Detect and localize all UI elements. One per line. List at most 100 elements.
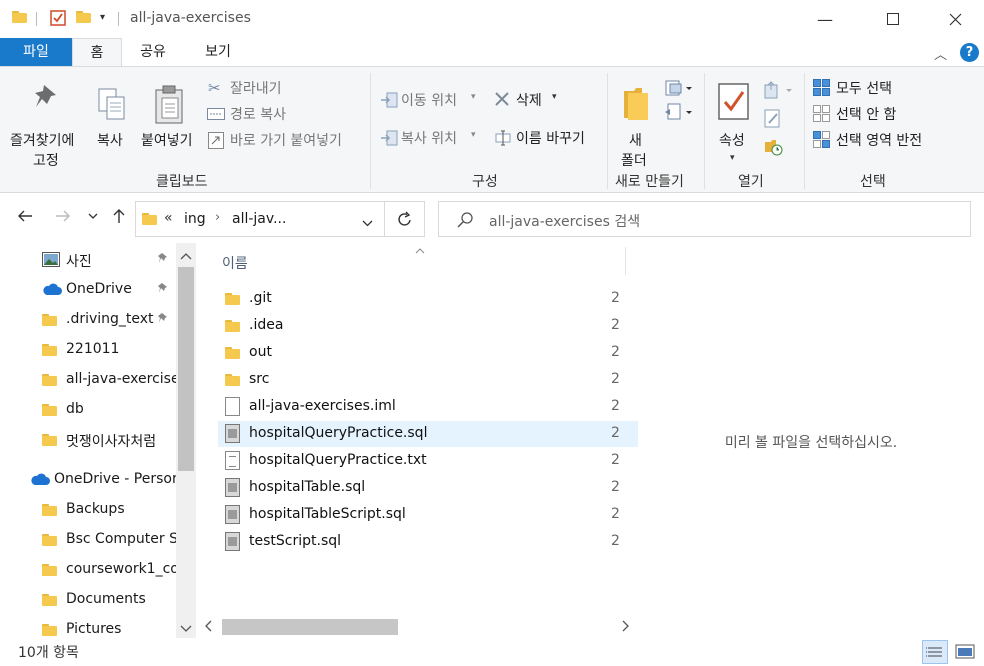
date-modified-fragment: 2 (611, 344, 620, 360)
nav-item[interactable]: Backups (0, 495, 176, 525)
edit-button[interactable] (764, 109, 784, 131)
nav-item[interactable]: coursework1_co (0, 555, 176, 585)
nav-scroll-thumb[interactable] (178, 267, 194, 471)
refresh-button[interactable] (385, 201, 425, 237)
select-all-icon (813, 79, 831, 101)
file-row[interactable]: out 2 (218, 340, 638, 366)
back-button[interactable] (12, 203, 38, 229)
nav-item[interactable]: all-java-exercise (0, 365, 176, 395)
search-input[interactable]: all-java-exercises 검색 (438, 201, 971, 237)
new-folder-quick-icon[interactable] (76, 11, 91, 23)
nav-item[interactable]: 221011 (0, 335, 176, 365)
open-icon (764, 81, 794, 103)
close-button[interactable] (932, 0, 978, 38)
new-folder-button[interactable]: 새 폴더 (614, 75, 658, 169)
folder-icon (42, 374, 57, 386)
address-bar[interactable]: « ing › all-jav... (135, 201, 385, 237)
nav-item[interactable]: OneDrive (0, 275, 176, 305)
customize-quick-access-icon[interactable]: ▾ (100, 12, 105, 23)
folder-icon (42, 434, 57, 446)
nav-item-label: 멋쟁이사자처럼 (66, 434, 157, 450)
easy-access-button[interactable] (664, 103, 698, 125)
maximize-button[interactable] (870, 0, 916, 38)
file-row[interactable]: hospitalQueryPractice.txt 2 (218, 448, 638, 474)
nav-item[interactable]: OneDrive - Persor (0, 465, 176, 495)
nav-item-label: coursework1_co (66, 561, 176, 577)
folder-icon (142, 213, 157, 225)
nav-item[interactable]: Pictures (0, 615, 176, 638)
folder-icon (225, 320, 240, 332)
nav-item[interactable]: db (0, 395, 176, 425)
nav-item[interactable]: 멋쟁이사자처럼 (0, 425, 176, 455)
preview-pane: 미리 볼 파일을 선택하십시오. (638, 243, 984, 638)
file-row[interactable]: testScript.sql 2 (218, 529, 638, 555)
forward-button[interactable] (50, 203, 76, 229)
copy-button[interactable]: 복사 (92, 75, 132, 167)
ribbon: 즐겨찾기에 고정 복사 붙여넣기 ✂ 잘라내기 경로 복사 바로 가기 붙여넣기… (0, 66, 984, 193)
scroll-right-icon[interactable] (622, 620, 630, 636)
paste-shortcut-icon (208, 132, 224, 153)
breadcrumb-overflow[interactable]: « (164, 210, 173, 226)
nav-item[interactable]: 사진 (0, 245, 176, 275)
tab-share[interactable]: 공유 (128, 38, 178, 67)
cut-button[interactable]: ✂ 잘라내기 (206, 77, 356, 99)
horizontal-scrollbar[interactable] (200, 614, 638, 638)
select-all-button[interactable]: 모두 선택 (812, 77, 932, 99)
folder-icon (42, 504, 57, 516)
sql-file-icon (225, 505, 240, 524)
minimize-button[interactable]: — (802, 0, 848, 38)
select-none-button[interactable]: 선택 안 함 (812, 103, 932, 125)
horizontal-scroll-thumb[interactable] (222, 619, 398, 635)
file-row[interactable]: hospitalTable.sql 2 (218, 475, 638, 501)
breadcrumb-item[interactable]: ing (184, 211, 206, 227)
collapse-ribbon-icon[interactable]: ︿ (934, 44, 947, 63)
new-item-button[interactable] (664, 79, 698, 101)
file-row[interactable]: all-java-exercises.iml 2 (218, 394, 638, 420)
copy-path-button[interactable]: 경로 복사 (206, 103, 356, 125)
scroll-left-icon[interactable] (204, 620, 212, 636)
rename-button[interactable]: 이름 바꾸기 (494, 127, 604, 149)
select-none-icon (813, 105, 831, 127)
column-header-name[interactable]: 이름 (222, 253, 248, 273)
pin-to-quick-access-button[interactable]: 즐겨찾기에 고정 (6, 75, 90, 169)
invert-selection-button[interactable]: 선택 영역 반전 (812, 129, 942, 151)
move-to-button[interactable]: 이동 위치 ▾ (380, 89, 484, 111)
open-button[interactable] (764, 81, 794, 103)
paste-shortcut-button[interactable]: 바로 가기 붙여넣기 (206, 129, 366, 151)
recent-locations-button[interactable] (80, 203, 106, 229)
file-row[interactable]: hospitalTableScript.sql 2 (218, 502, 638, 528)
tab-view[interactable]: 보기 (190, 38, 246, 67)
nav-item[interactable]: .driving_text (0, 305, 176, 335)
breadcrumb-chevron-icon[interactable]: › (215, 210, 220, 225)
file-row[interactable]: src 2 (218, 367, 638, 393)
scroll-up-icon[interactable] (180, 249, 192, 264)
paste-button[interactable]: 붙여넣기 (138, 75, 202, 167)
folder-icon (42, 624, 57, 636)
delete-button[interactable]: 삭제 ▾ (494, 89, 564, 111)
file-row[interactable]: .idea 2 (218, 313, 638, 339)
scroll-down-icon[interactable] (180, 622, 192, 637)
properties-button[interactable]: 속성 ▾ (710, 75, 760, 167)
large-icons-view-button[interactable] (954, 642, 976, 662)
cut-label: 잘라내기 (230, 81, 282, 97)
copy-to-button[interactable]: 복사 위치 ▾ (380, 127, 484, 149)
nav-item[interactable]: Documents (0, 585, 176, 615)
address-dropdown-icon[interactable] (362, 216, 373, 231)
tab-file[interactable]: 파일 (0, 38, 72, 67)
scissors-icon: ✂ (208, 79, 221, 97)
properties-quick-icon[interactable] (50, 10, 66, 30)
help-icon[interactable]: ? (960, 43, 979, 62)
tab-home[interactable]: 홈 (72, 38, 122, 68)
address-row: « ing › all-jav... all-java-exercises 검색 (0, 193, 984, 243)
file-row[interactable]: hospitalQueryPractice.sql 2 (218, 421, 638, 447)
nav-scrollbar[interactable] (176, 243, 196, 638)
file-row[interactable]: .git 2 (218, 286, 638, 312)
new-folder-icon (622, 85, 650, 125)
history-button[interactable] (764, 137, 784, 159)
details-view-button[interactable] (922, 640, 948, 664)
breadcrumb-item[interactable]: all-jav... (232, 211, 286, 227)
column-divider[interactable] (625, 247, 626, 275)
date-modified-fragment: 2 (611, 371, 620, 387)
up-button[interactable] (106, 203, 132, 229)
nav-item[interactable]: Bsc Computer S (0, 525, 176, 555)
